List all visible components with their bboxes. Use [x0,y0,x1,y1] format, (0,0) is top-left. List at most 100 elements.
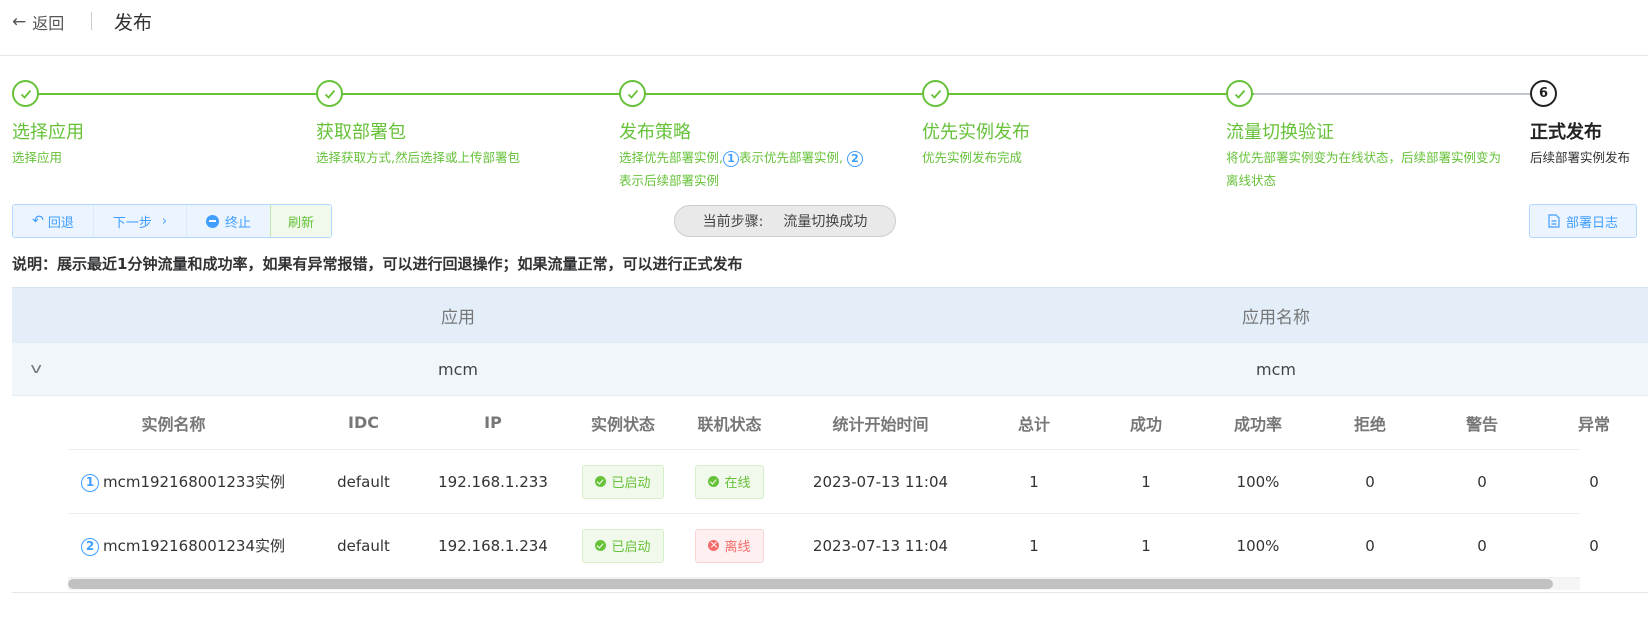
step-2-check-icon [316,80,343,107]
number-2-icon: 2 [846,150,863,167]
step-5-check-icon [1226,80,1253,107]
cell-start-time: 2023-07-13 11:04 [812,536,949,555]
cell-start-time: 2023-07-13 11:04 [812,472,949,491]
back-button[interactable]: ← 返回 [12,10,64,34]
cell-warning: 0 [1477,472,1487,491]
header-divider [91,12,92,30]
instance-table-header: 实例名称 IDC IP 实例状态 联机状态 统计开始时间 总计 成功 成功率 拒… [68,396,1610,450]
cell-idc: default [337,472,390,491]
cell-success: 1 [1141,472,1151,491]
cell-app-name: mcm [1256,359,1296,379]
cell-success: 1 [1141,536,1151,555]
next-step-button[interactable]: 下一步 › [93,205,186,237]
release-steps: 选择应用 选择应用 获取部署包 选择获取方式,然后选择或上传部署包 发布策略 选… [0,78,1648,188]
step-5-desc: 将优先部署实例变为在线状态，后续部署实例变为离线状态 [1226,150,1502,188]
check-circle-icon [595,476,607,487]
cell-total: 1 [1029,536,1039,555]
cell-instance-status: 已启动 [570,528,676,563]
header-idc: IDC [348,413,379,432]
app-table: 应用 应用名称 v mcm mcm [12,287,1648,396]
page-header: ← 返回 发布 [0,0,1648,56]
document-icon [1548,214,1560,228]
cell-online-status: 离线 [676,528,783,563]
header-app: 应用 [441,307,475,328]
cell-success-rate: 100% [1236,536,1280,555]
back-label: 返回 [32,14,65,33]
step-4-title: 优先实例发布 [922,122,1030,143]
number-1-icon: 1 [722,150,739,167]
header-ip: IP [484,413,502,432]
undo-icon: ↶ [32,213,44,229]
cell-error: 0 [1589,472,1599,491]
divider [12,592,1648,593]
header-instance-status: 实例状态 [590,414,655,434]
online-badge: 在线 [695,464,764,499]
cell-warning: 0 [1477,536,1487,555]
close-circle-icon [708,537,720,552]
minus-circle-icon [205,214,219,228]
header-online-status: 联机状态 [697,414,762,434]
cell-success-rate: 100% [1236,472,1280,491]
cell-total: 1 [1029,472,1039,491]
check-circle-icon [708,476,720,487]
cell-app: mcm [438,359,478,379]
number-1-icon: 1 [81,473,99,492]
step-4-desc: 优先实例发布完成 [922,150,1023,165]
header-error: 异常 [1577,414,1610,434]
step-2-title: 获取部署包 [316,122,406,143]
cell-idc: default [337,536,390,555]
status-badge: 已启动 [582,528,664,563]
header-reject: 拒绝 [1353,414,1386,434]
header-warning: 警告 [1465,414,1498,434]
header-total: 总计 [1017,414,1050,434]
header-instance-name: 实例名称 [141,414,206,434]
step-6-title: 正式发布 [1530,122,1602,143]
step-6-desc: 后续部署实例发布 [1530,150,1631,165]
step-6-number: 6 [1530,80,1557,107]
instance-name: 1 mcm192168001233实例 [81,471,285,492]
cell-reject: 0 [1365,472,1375,491]
current-step-badge: 当前步骤: 流量切换成功 [674,205,896,237]
step-3-title: 发布策略 [619,122,691,143]
arrow-left-icon: ← [12,12,27,32]
cell-online-status: 在线 [676,464,783,499]
header-success-rate: 成功率 [1233,414,1282,434]
header-success: 成功 [1129,414,1162,434]
step-1-desc: 选择应用 [12,150,63,165]
cell-error: 0 [1589,536,1599,555]
step-4-check-icon [922,80,949,107]
app-row[interactable]: v mcm mcm [12,342,1648,396]
header-app-name: 应用名称 [1242,307,1310,328]
instance-table: 实例名称 IDC IP 实例状态 联机状态 统计开始时间 总计 成功 成功率 拒… [68,396,1610,578]
cell-instance-status: 已启动 [570,464,676,499]
cell-ip: 192.168.1.233 [438,472,548,491]
stop-button[interactable]: 终止 [186,205,270,237]
step-5-title: 流量切换验证 [1226,122,1334,143]
step-2-desc: 选择获取方式,然后选择或上传部署包 [316,150,520,165]
step-3-check-icon [619,80,646,107]
scrollbar-thumb[interactable] [68,579,1553,589]
refresh-button[interactable]: 刷新 [270,205,331,237]
status-badge: 已启动 [582,464,664,499]
header-start-time: 统计开始时间 [832,414,929,434]
cell-reject: 0 [1365,536,1375,555]
step-pending-line [1254,93,1530,95]
chevron-right-icon: › [161,213,168,229]
step-3-desc: 选择优先部署实例, 1 表示优先部署实例, 2 表示后续部署实例 [619,146,894,192]
horizontal-scrollbar[interactable] [68,578,1580,590]
rollback-button[interactable]: ↶ 回退 [13,205,93,237]
deploy-log-button[interactable]: 部署日志 [1529,204,1637,238]
instance-name: 2 mcm192168001234实例 [81,535,285,556]
step-1-title: 选择应用 [12,122,84,143]
check-circle-icon [595,540,607,551]
table-row: 1 mcm192168001233实例 default 192.168.1.233… [68,450,1599,514]
number-2-icon: 2 [81,537,99,556]
cell-ip: 192.168.1.234 [438,536,548,555]
instruction-note: 说明：展示最近1分钟流量和成功率，如果有异常报错，可以进行回退操作；如果流量正常… [12,255,743,273]
app-table-header: 应用 应用名称 [12,287,1648,342]
page-title: 发布 [114,12,153,34]
table-row: 2 mcm192168001234实例 default 192.168.1.234… [68,514,1599,578]
action-button-group: ↶ 回退 下一步 › 终止 刷新 [12,204,332,238]
offline-badge: 离线 [695,528,764,563]
step-1-check-icon [12,80,39,107]
